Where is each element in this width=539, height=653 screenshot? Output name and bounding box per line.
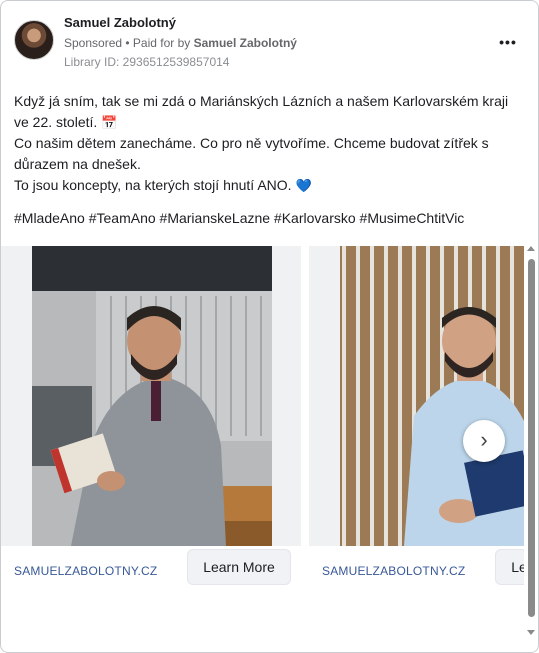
calendar-icon: 📅 — [101, 115, 118, 130]
slide-1-learn-more-button[interactable]: Learn More — [187, 549, 291, 585]
body-line-3-text: To jsou koncepty, na kterých stojí hnutí… — [14, 177, 292, 193]
paid-for-name[interactable]: Samuel Zabolotný — [194, 36, 297, 50]
ad-card: Samuel Zabolotný Sponsored • Paid for by… — [0, 0, 539, 653]
slide-2-photo[interactable] — [309, 246, 526, 546]
scroll-down-arrow-icon[interactable] — [527, 630, 535, 635]
slide-2-learn-more-button[interactable]: Learn More — [495, 549, 526, 585]
scrollbar-thumb[interactable] — [528, 259, 535, 617]
library-id: Library ID: 2936512539857014 — [64, 55, 230, 69]
advertiser-avatar[interactable] — [14, 20, 54, 60]
more-options-icon[interactable]: ••• — [499, 33, 517, 51]
hashtags[interactable]: #MladeAno #TeamAno #MarianskeLazne #Karl… — [14, 210, 464, 226]
advertiser-name[interactable]: Samuel Zabolotný — [64, 15, 176, 30]
ad-body-text: Když já sním, tak se mi zdá o Mariánskýc… — [14, 91, 514, 196]
ad-carousel[interactable]: SAMUELZABOLOTNY.CZ Learn More SAMUELZABO… — [1, 246, 526, 596]
body-line-1-text: Když já sním, tak se mi zdá o Mariánskýc… — [14, 93, 509, 130]
slide-2-domain[interactable]: SAMUELZABOLOTNY.CZ — [322, 564, 465, 578]
vertical-scrollbar[interactable] — [524, 1, 538, 652]
body-line-1: Když já sním, tak se mi zdá o Mariánskýc… — [14, 91, 514, 133]
slide-1-domain[interactable]: SAMUELZABOLOTNY.CZ — [14, 564, 157, 578]
scroll-up-arrow-icon[interactable] — [527, 246, 535, 251]
blue-heart-icon: 💙 — [295, 178, 312, 193]
body-line-2: Co našim dětem zanecháme. Co pro ně vytv… — [14, 135, 489, 172]
carousel-slide-1[interactable]: SAMUELZABOLOTNY.CZ Learn More — [1, 246, 301, 596]
carousel-slide-2[interactable]: SAMUELZABOLOTNY.CZ Learn More — [309, 246, 526, 596]
carousel-next-chevron-icon[interactable]: › — [463, 420, 505, 462]
body-line-3: To jsou koncepty, na kterých stojí hnutí… — [14, 175, 514, 196]
sponsored-line: Sponsored • Paid for by Samuel Zabolotný — [64, 36, 297, 50]
slide-1-photo[interactable] — [1, 246, 301, 546]
sponsored-label: Sponsored — [64, 36, 123, 50]
paid-for-prefix: • Paid for by — [122, 36, 194, 50]
